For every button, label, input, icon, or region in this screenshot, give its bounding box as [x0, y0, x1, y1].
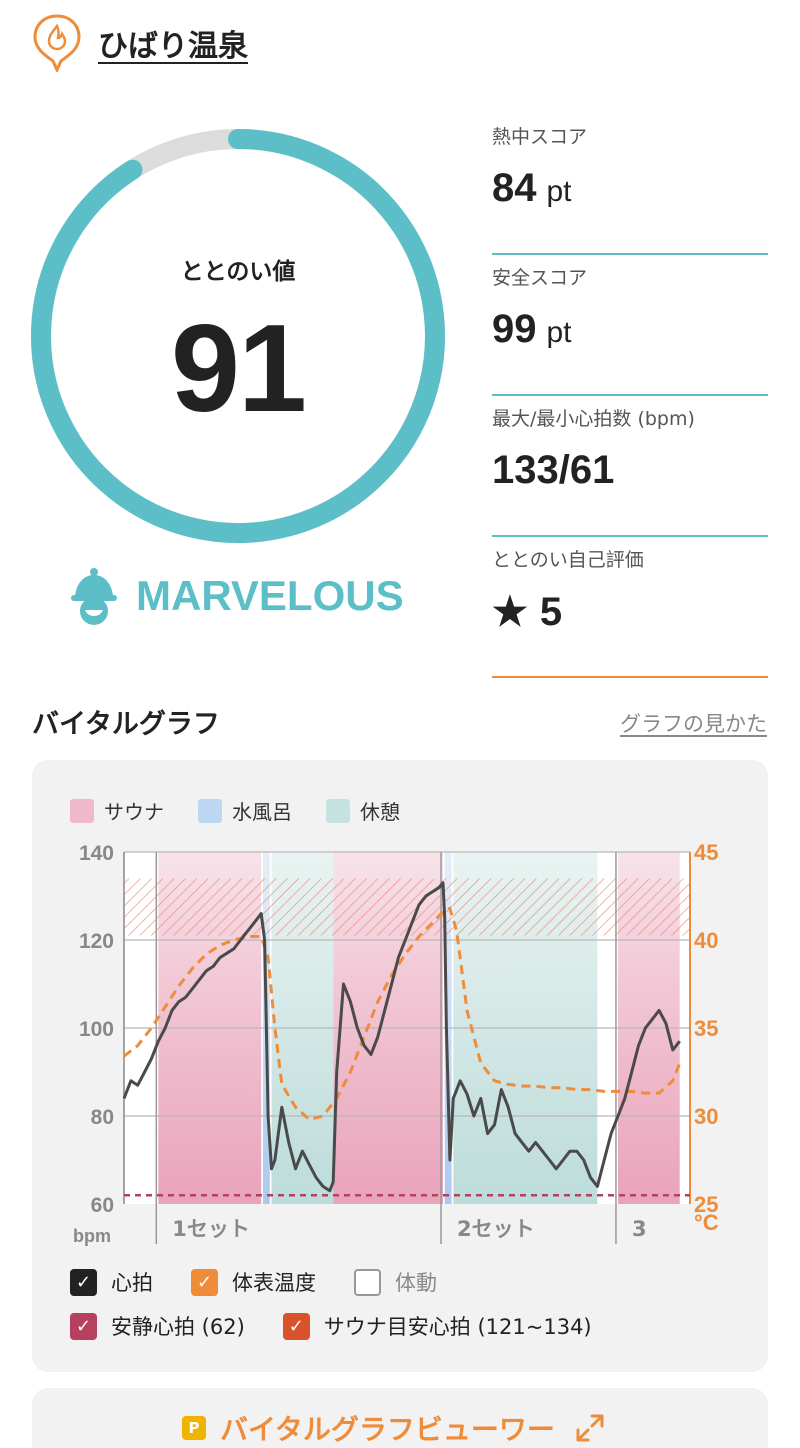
header: ひばり温泉 — [32, 14, 248, 72]
y-tick-bpm: 140 — [79, 842, 114, 865]
gauge-label: ととのい値 — [180, 259, 296, 285]
premium-badge: P — [182, 1416, 206, 1440]
heat-score-label: 熱中スコア — [492, 126, 588, 148]
rank-text: MARVELOUS — [136, 572, 404, 619]
set-label: 1セット — [172, 1217, 250, 1241]
heart-rate-range-value: 133/61 — [492, 448, 615, 492]
toggle-sauna-target-hr[interactable]: ✓ サウナ目安心拍 (121~134) — [282, 1311, 592, 1341]
facility-title-link[interactable]: ひばり温泉 — [98, 21, 248, 65]
set-label: 3 — [632, 1217, 647, 1241]
safety-score-label: 安全スコア — [492, 267, 588, 289]
self-rating-value: ★ 5 — [492, 590, 563, 634]
score-list: 熱中スコア 84 pt 安全スコア 99 pt 最大/最小心拍数 (bpm) 133… — [492, 114, 768, 678]
y-tick-temp: 30 — [694, 1104, 718, 1129]
heat-score: 熱中スコア 84 pt — [492, 114, 768, 255]
self-rating: ととのい自己評価 ★ 5 — [492, 537, 768, 678]
checkbox-skin-temp: ✓ — [191, 1268, 218, 1296]
toggle-resting-hr[interactable]: ✓ 安静心拍 (62) — [70, 1311, 245, 1341]
heart-rate-range-label: 最大/最小心拍数 (bpm) — [492, 408, 695, 430]
heat-score-value: 84 pt — [492, 166, 572, 210]
self-rating-label: ととのい自己評価 — [492, 549, 644, 571]
expand-icon — [576, 1414, 604, 1442]
sauna-hat-icon — [71, 568, 117, 625]
vital-graph-card: サウナ 水風呂 休憩 140 120 100 80 60 bpm 45 40 35 30 25 °C 1… — [32, 760, 768, 1372]
toggle-body-motion[interactable]: 体動 — [354, 1267, 437, 1297]
y-tick-bpm: 60 — [91, 1194, 114, 1217]
checkbox-body-motion — [354, 1268, 381, 1296]
graph-viewer-label: バイタルグラフビューワー — [220, 1413, 555, 1446]
y-tick-bpm: 120 — [79, 930, 114, 953]
checkbox-heart-rate: ✓ — [70, 1268, 97, 1296]
safety-score-value: 99 pt — [492, 307, 572, 351]
y-unit-temp: °C — [694, 1210, 719, 1235]
y-unit-bpm: bpm — [73, 1226, 111, 1246]
series-toggles: ✓ 心拍 ✓ 体表温度 体動 ✓ 安静心拍 (62) ✓ サウナ目安心拍 (121~13… — [70, 1260, 630, 1348]
star-icon: ★ — [492, 590, 528, 634]
gauge-value: 91 — [171, 300, 307, 438]
graph-viewer-button[interactable]: P バイタルグラフビューワー — [182, 1408, 605, 1448]
checkbox-sauna-target-hr: ✓ — [282, 1312, 310, 1340]
heart-rate-range: 最大/最小心拍数 (bpm) 133/61 — [492, 396, 768, 537]
rank-badge: MARVELOUS — [68, 566, 404, 626]
toggle-skin-temp[interactable]: ✓ 体表温度 — [191, 1267, 316, 1297]
graph-help-link[interactable]: グラフの見かた — [620, 708, 767, 738]
vital-graph-title: バイタルグラフ — [32, 709, 220, 740]
set-label: 2セット — [457, 1217, 535, 1241]
graph-viewer-card[interactable]: P バイタルグラフビューワー — [32, 1388, 768, 1448]
y-tick-temp: 35 — [694, 1016, 718, 1041]
sauna-location-icon — [33, 14, 81, 72]
y-tick-bpm: 80 — [91, 1106, 114, 1129]
toggle-heart-rate[interactable]: ✓ 心拍 — [70, 1267, 153, 1297]
checkbox-resting-hr: ✓ — [70, 1312, 97, 1340]
y-tick-bpm: 100 — [79, 1018, 114, 1041]
sauna-target-band — [124, 878, 690, 936]
safety-score: 安全スコア 99 pt — [492, 255, 768, 396]
y-tick-temp: 40 — [694, 928, 718, 953]
y-tick-temp: 45 — [694, 840, 718, 865]
